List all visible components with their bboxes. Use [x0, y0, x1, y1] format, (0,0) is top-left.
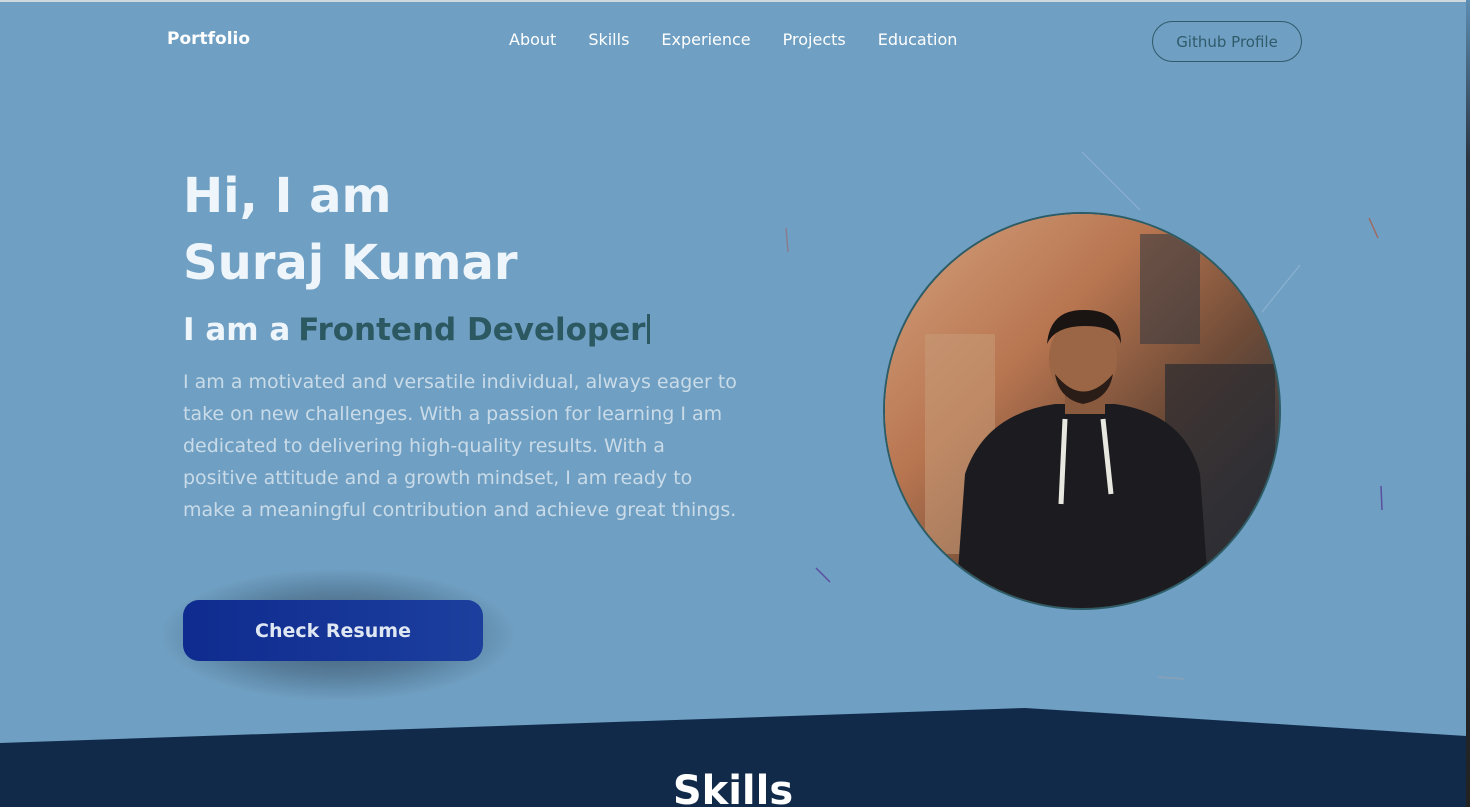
nav-link-projects[interactable]: Projects: [783, 30, 846, 49]
hero-role: I am a Frontend Developer: [183, 312, 651, 348]
particle-line: [1368, 217, 1379, 239]
profile-photo: [883, 212, 1281, 610]
particle-line: [785, 227, 789, 253]
role-typed-text: Frontend Developer: [298, 312, 646, 348]
nav-link-skills[interactable]: Skills: [588, 30, 629, 49]
portfolio-page: Portfolio About Skills Experience Projec…: [0, 0, 1470, 807]
window-edge: [1466, 0, 1470, 807]
hero-bio: I am a motivated and versatile individua…: [183, 371, 737, 521]
particle-line: [1081, 151, 1141, 211]
person-illustration: [885, 214, 1279, 608]
brand-logo[interactable]: Portfolio: [167, 29, 250, 49]
particle-line: [1157, 676, 1185, 680]
particle-line: [815, 567, 831, 583]
main-nav: About Skills Experience Projects Educati…: [509, 30, 989, 49]
github-profile-button[interactable]: Github Profile: [1152, 21, 1302, 62]
nav-link-experience[interactable]: Experience: [661, 30, 750, 49]
typing-cursor: [647, 314, 651, 344]
particle-line: [1380, 485, 1383, 511]
skills-heading: Skills: [672, 768, 794, 807]
hero-name: Suraj Kumar: [183, 235, 518, 291]
nav-link-education[interactable]: Education: [878, 30, 958, 49]
role-prefix: I am a: [183, 312, 291, 348]
check-resume-button[interactable]: Check Resume: [183, 600, 483, 661]
particle-line: [1261, 264, 1301, 313]
top-divider: [0, 0, 1470, 2]
hero-greeting: Hi, I am: [183, 168, 392, 224]
nav-link-about[interactable]: About: [509, 30, 556, 49]
